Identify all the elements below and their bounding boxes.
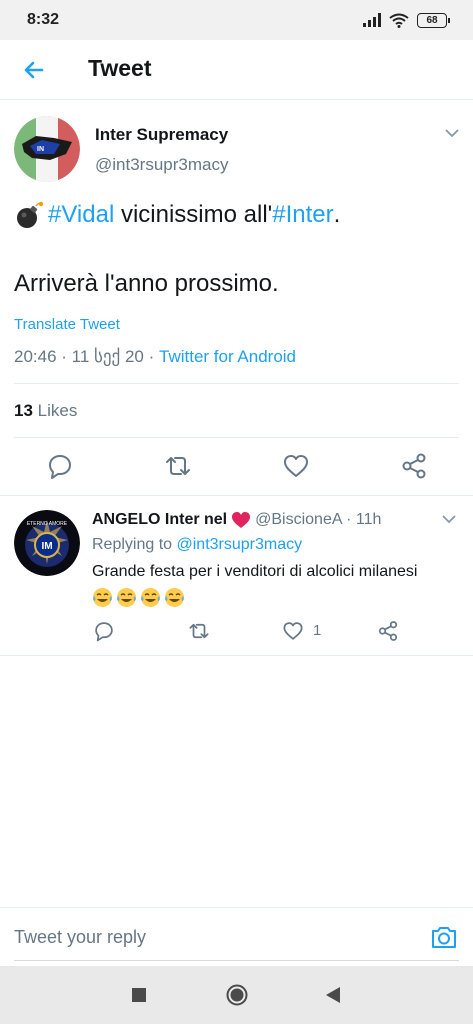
author-handle[interactable]: @int3rsupr3macy bbox=[95, 155, 228, 175]
likes-count[interactable]: 13 Likes bbox=[14, 401, 77, 421]
retweet-icon[interactable] bbox=[188, 620, 210, 642]
app-header: Tweet bbox=[0, 40, 473, 100]
translate-tweet-link[interactable]: Translate Tweet bbox=[14, 316, 120, 333]
author-name[interactable]: Inter Supremacy bbox=[95, 125, 228, 145]
share-icon[interactable] bbox=[377, 620, 399, 642]
hashtag-vidal[interactable]: #Vidal bbox=[48, 201, 114, 229]
tears-of-joy-emoji bbox=[93, 588, 112, 607]
svg-text:IN: IN bbox=[37, 146, 44, 153]
tweet-meta: 20:46 · 11 სექ 20 · Twitter for Android bbox=[14, 347, 296, 367]
replying-to: Replying to @int3rsupr3macy bbox=[92, 536, 302, 554]
tweet-text-line2: Arriverà l'anno prossimo. bbox=[14, 270, 279, 297]
tweet-source-link[interactable]: Twitter for Android bbox=[159, 347, 296, 366]
status-icons: 68 bbox=[363, 12, 450, 28]
status-bar: 8:32 68 bbox=[0, 0, 473, 40]
divider bbox=[14, 437, 459, 438]
reply-author-handle[interactable]: @BiscioneA · 11h bbox=[255, 511, 381, 529]
arrow-left-icon[interactable] bbox=[18, 54, 50, 86]
chevron-down-icon[interactable] bbox=[444, 126, 460, 140]
tweet-timestamp: 20:46 · 11 სექ 20 · bbox=[14, 347, 159, 366]
reply-emojis bbox=[92, 587, 185, 608]
divider bbox=[0, 655, 473, 656]
wifi-icon bbox=[389, 13, 409, 28]
tweet-text-middle: vicinissimo all' bbox=[114, 201, 273, 228]
reply-author-name[interactable]: ANGELO Inter nel bbox=[92, 511, 227, 529]
tears-of-joy-emoji bbox=[117, 588, 136, 607]
chevron-down-icon[interactable] bbox=[441, 513, 457, 525]
replying-to-handle[interactable]: @int3rsupr3macy bbox=[177, 536, 303, 553]
reply-header: ANGELO Inter nel @BiscioneA · 11h bbox=[92, 511, 381, 529]
likes-label: Likes bbox=[32, 401, 78, 420]
page-title: Tweet bbox=[88, 55, 152, 81]
reply-icon[interactable] bbox=[46, 452, 74, 480]
signal-icon bbox=[363, 13, 381, 27]
tweet-text-end: . bbox=[333, 201, 341, 228]
input-underline bbox=[14, 960, 459, 961]
bomb-emoji bbox=[17, 201, 44, 228]
reply-text: Grande festa per i venditori di alcolici… bbox=[92, 563, 418, 580]
reply-icon[interactable] bbox=[93, 620, 115, 642]
hashtag-inter[interactable]: #Inter bbox=[272, 201, 333, 229]
retweet-icon[interactable] bbox=[164, 452, 192, 480]
reply-like-count: 1 bbox=[313, 622, 322, 639]
divider bbox=[14, 383, 459, 384]
battery-icon: 68 bbox=[417, 12, 450, 28]
system-nav-bar bbox=[0, 966, 473, 1024]
status-time: 8:32 bbox=[27, 11, 60, 28]
reply-avatar[interactable]: IM ETERNO AMORE bbox=[14, 510, 80, 576]
svg-text:IM: IM bbox=[41, 541, 52, 552]
divider bbox=[0, 495, 473, 496]
tears-of-joy-emoji bbox=[141, 588, 160, 607]
likes-number: 13 bbox=[14, 401, 33, 420]
home-circle-icon[interactable] bbox=[226, 984, 248, 1006]
camera-icon[interactable] bbox=[430, 924, 458, 950]
reply-input[interactable] bbox=[14, 920, 414, 954]
red-heart-emoji bbox=[232, 512, 251, 528]
tweet-text-line1: #Vidal vicinissimo all' #Inter . bbox=[14, 200, 340, 230]
replying-to-prefix: Replying to bbox=[92, 536, 177, 553]
share-icon[interactable] bbox=[400, 452, 428, 480]
author-avatar[interactable]: IN bbox=[14, 116, 80, 182]
recents-square-icon[interactable] bbox=[131, 987, 147, 1003]
like-icon[interactable] bbox=[282, 452, 310, 480]
back-triangle-icon[interactable] bbox=[324, 986, 342, 1004]
reply-composer bbox=[0, 907, 473, 965]
like-icon[interactable] bbox=[282, 620, 304, 642]
tears-of-joy-emoji bbox=[165, 588, 184, 607]
svg-text:ETERNO AMORE: ETERNO AMORE bbox=[27, 521, 68, 527]
